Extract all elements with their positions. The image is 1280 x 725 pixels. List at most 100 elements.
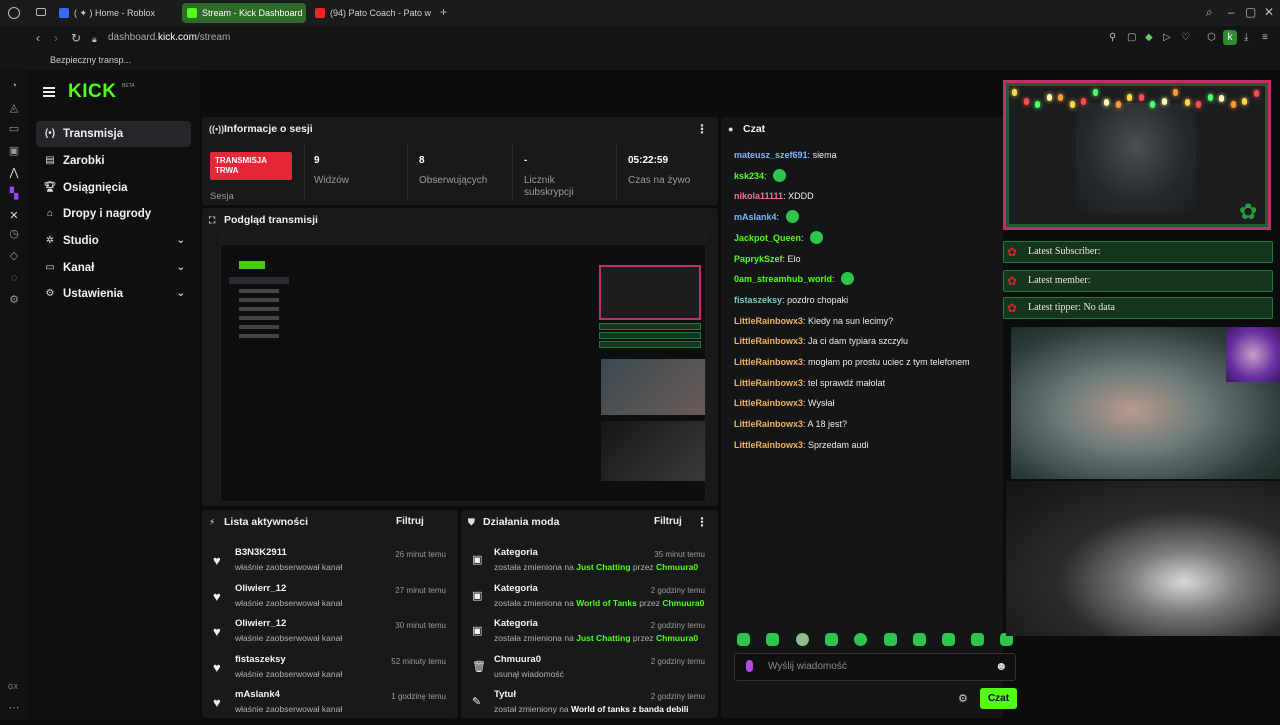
mod-item-title[interactable]: Chmuura0 <box>494 654 541 665</box>
activity-time: 30 minut temu <box>395 621 446 630</box>
extensions-icon[interactable]: ⬡ <box>1207 32 1216 44</box>
nav-dropy[interactable]: ⌂ Dropy i nagrody <box>36 201 191 227</box>
chat-username[interactable]: LittleRainbowx3 <box>734 357 803 367</box>
emote-icon[interactable] <box>971 633 984 646</box>
tab-youtube[interactable]: (94) Pato Coach - Pato w <box>310 3 432 23</box>
chat-settings-icon[interactable]: ⚙ <box>958 692 968 705</box>
emote-icon[interactable] <box>825 633 838 646</box>
activity-user[interactable]: fistaszeksy <box>235 654 286 665</box>
nav-kanal[interactable]: ▭ Kanał ⌄ <box>36 255 191 281</box>
nav-zarobki[interactable]: ▤ Zarobki <box>36 148 191 174</box>
activity-user[interactable]: B3N3K2911 <box>235 547 287 558</box>
kick-rail-icon[interactable]: ⋀ <box>8 167 20 179</box>
mod-item-time: 2 godziny temu <box>650 692 705 701</box>
more-options-icon[interactable]: ⋮ <box>696 510 708 534</box>
history-icon[interactable]: ◔ <box>8 80 20 92</box>
emote-icon[interactable] <box>737 633 750 646</box>
chat-send-button[interactable]: Czat <box>980 688 1017 709</box>
minimize-icon[interactable]: – <box>1228 6 1235 18</box>
play-icon[interactable]: ▷ <box>1163 32 1171 44</box>
nav-transmisja[interactable]: (•) Transmisja <box>36 121 191 147</box>
menu-icon[interactable]: ≡ <box>1262 32 1268 44</box>
activity-user[interactable]: mAslank4 <box>235 689 280 700</box>
new-tab-icon[interactable]: + <box>440 6 447 18</box>
url-field[interactable]: dashboard.kick.com/stream <box>108 31 230 45</box>
messenger-icon[interactable]: ▭ <box>8 123 20 135</box>
chat-username[interactable]: ksk234 <box>734 171 764 181</box>
chat-username[interactable]: mAslank4 <box>734 212 777 222</box>
sidebar-settings-icon[interactable]: ⚙ <box>8 294 20 306</box>
microphone-icon[interactable] <box>746 660 753 672</box>
browser-tab-bar: ( ✦ ) Home - Roblox Stream - Kick Dashbo… <box>0 0 1280 26</box>
bell-icon[interactable]: ◌ <box>8 272 20 284</box>
nav-osiagniecia[interactable]: 🏆︎ Osiągnięcia <box>36 175 191 201</box>
clock-icon[interactable]: ◷ <box>8 228 20 240</box>
forward-icon[interactable]: › <box>54 32 58 44</box>
chat-username[interactable]: fistaszeksy <box>734 295 782 305</box>
chat-username[interactable]: mateusz_szef691 <box>734 150 808 160</box>
nav-studio[interactable]: ✲ Studio ⌄ <box>36 228 191 254</box>
nav-ustawienia[interactable]: ⚙ Ustawienia ⌄ <box>36 281 191 307</box>
emoji-picker-icon[interactable]: ☻ <box>995 659 1008 673</box>
maximize-icon[interactable]: ▢ <box>1245 6 1256 18</box>
emote-icon[interactable] <box>854 633 867 646</box>
search-tabs-icon[interactable]: ⌕ <box>1206 6 1213 18</box>
latest-member-text: Latest member: <box>1028 275 1091 286</box>
ai-icon[interactable]: ◬ <box>8 102 20 114</box>
profile-avatar[interactable]: k <box>1223 30 1237 45</box>
chat-username[interactable]: nikola11111 <box>734 191 783 201</box>
security-label[interactable]: Bezpieczny transp... <box>50 50 131 70</box>
emote-icon[interactable] <box>913 633 926 646</box>
activity-user[interactable]: Oliwierr_12 <box>235 583 286 594</box>
chat-username[interactable]: LittleRainbowx3 <box>734 419 803 429</box>
tab-kick-dashboard[interactable]: Stream - Kick Dashboard <box>182 3 306 23</box>
stream-preview-video[interactable] <box>220 234 707 502</box>
download-icon[interactable]: ⤓ <box>1244 32 1248 44</box>
more-options-icon[interactable]: ⋮ <box>696 117 708 141</box>
snapshot-icon[interactable]: ▢ <box>1127 32 1136 44</box>
url-path: /stream <box>196 32 231 43</box>
bookmark-icon[interactable]: ◇ <box>8 250 20 262</box>
activity-user[interactable]: Oliwierr_12 <box>235 618 286 629</box>
nav-label: Studio <box>63 235 99 247</box>
opera-logo-icon[interactable] <box>8 7 20 19</box>
kick-logo[interactable]: KICK <box>68 81 116 103</box>
activity-item: ♥ Oliwierr_12 właśnie zaobserwował kanał… <box>210 583 452 619</box>
emote-icon[interactable] <box>766 633 779 646</box>
back-icon[interactable]: ‹ <box>36 32 40 44</box>
chat-username[interactable]: LittleRainbowx3 <box>734 336 803 346</box>
chat-username[interactable]: LittleRainbowx3 <box>734 440 803 450</box>
emote-icon[interactable] <box>884 633 897 646</box>
chat-input[interactable]: Wyślij wiadomość ☻ <box>734 653 1016 681</box>
url-domain: kick.com <box>158 32 197 43</box>
panel-title: Informacje o sesji <box>224 123 313 135</box>
latest-member-bar: ✿ Latest member: <box>1003 270 1273 292</box>
mod-item: 🗑︎ Chmuura0 usunął wiadomość 2 godziny t… <box>469 654 711 690</box>
chat-username[interactable]: PaprykSzef <box>734 254 783 264</box>
more-icon[interactable]: ⋯ <box>8 702 20 714</box>
chat-username[interactable]: LittleRainbowx3 <box>734 378 803 388</box>
activity-time: 1 godzinę temu <box>391 692 446 701</box>
hamburger-icon[interactable] <box>43 87 55 97</box>
player-icon[interactable]: ▣ <box>8 145 20 157</box>
filter-button[interactable]: Filtruj <box>654 510 682 534</box>
chat-username[interactable]: LittleRainbowx3 <box>734 398 803 408</box>
heart-icon[interactable]: ♡ <box>1181 32 1190 44</box>
opera-gx-label: GX <box>8 684 19 691</box>
stat-label: Licznik subskrypcji <box>524 175 574 198</box>
emote-icon[interactable] <box>942 633 955 646</box>
chat-username[interactable]: 0am_streamhub_world <box>734 274 832 284</box>
heart-icon: ♥ <box>213 589 221 604</box>
shield-icon[interactable]: ◆ <box>1145 32 1153 44</box>
chat-username[interactable]: Jackpot_Queen <box>734 233 801 243</box>
pin-icon[interactable]: ⚲ <box>1109 32 1116 44</box>
filter-button[interactable]: Filtruj <box>396 510 424 534</box>
tab-roblox[interactable]: ( ✦ ) Home - Roblox <box>54 3 180 23</box>
twitch-icon[interactable]: ▚ <box>8 188 20 200</box>
close-window-icon[interactable]: ✕ <box>1264 6 1274 18</box>
x-icon[interactable]: ✕ <box>8 210 20 222</box>
emote-icon[interactable] <box>796 633 809 646</box>
workspaces-icon[interactable] <box>36 8 46 16</box>
reload-icon[interactable]: ↻ <box>71 32 81 44</box>
chat-username[interactable]: LittleRainbowx3 <box>734 316 803 326</box>
